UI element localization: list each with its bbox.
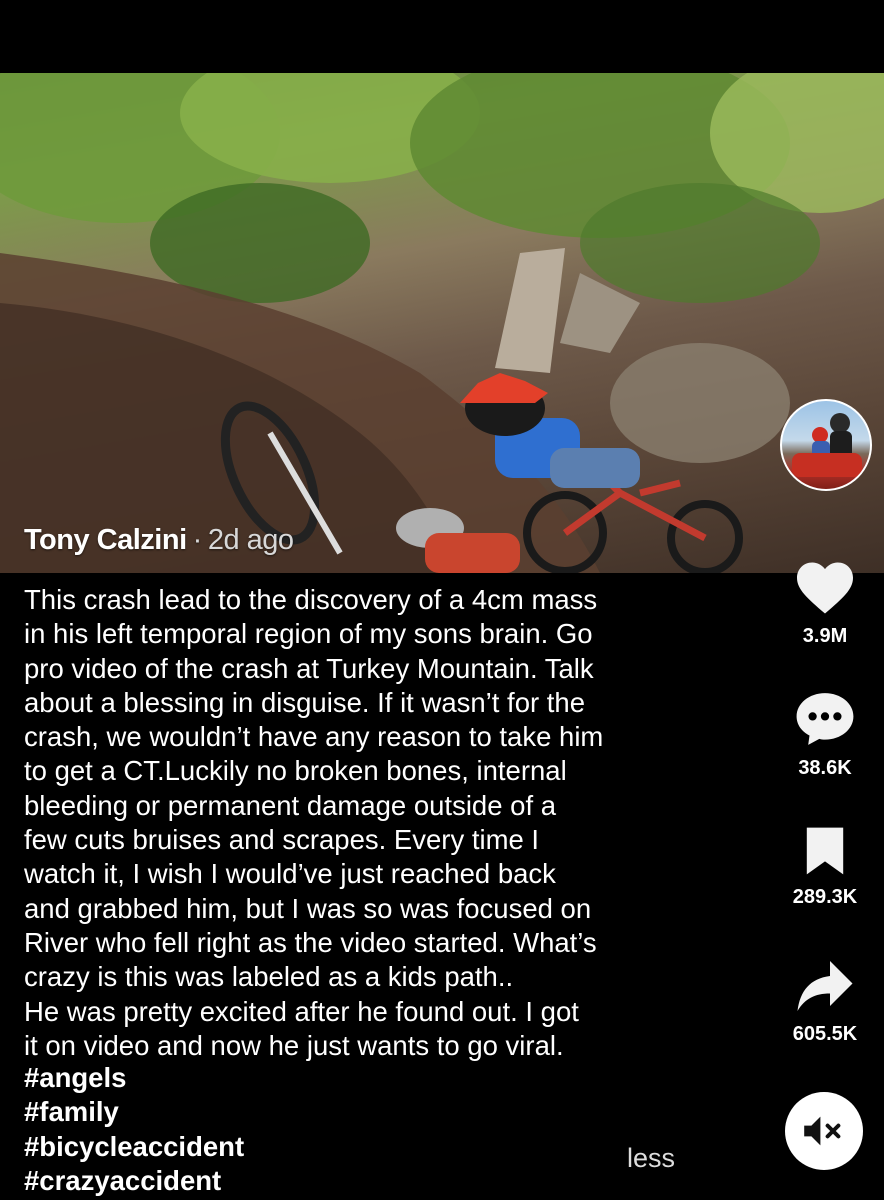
post-caption: This crash lead to the discovery of a 4c… (24, 584, 604, 1061)
like-button[interactable]: 3.9M (770, 560, 880, 648)
hashtag-link[interactable]: #bicycleaccident (24, 1130, 714, 1164)
video-frame (0, 73, 884, 573)
like-count: 3.9M (802, 625, 848, 647)
comment-button[interactable]: 38.6K (770, 690, 880, 780)
author-avatar[interactable] (780, 399, 872, 491)
bookmark-button[interactable]: 289.3K (770, 825, 880, 909)
mute-button[interactable] (785, 1092, 863, 1170)
post-time: 2d ago (207, 524, 294, 556)
comment-count: 38.6K (798, 757, 852, 779)
share-icon (797, 961, 853, 1011)
video-player[interactable] (0, 73, 884, 573)
hashtag-link[interactable]: #crazyaccident (24, 1164, 714, 1198)
hashtag-link[interactable]: #family (24, 1095, 714, 1129)
share-count: 605.5K (792, 1023, 858, 1045)
separator-dot: · (192, 524, 203, 556)
speaker-muted-icon (804, 1116, 841, 1146)
share-button[interactable]: 605.5K (770, 958, 880, 1046)
comment-icon (796, 693, 854, 745)
hashtag-link[interactable]: #angels (24, 1061, 714, 1095)
less-toggle[interactable]: less (627, 1143, 675, 1174)
bookmark-icon (806, 827, 844, 875)
heart-icon (797, 562, 853, 614)
post-author-line: Tony Calzini · 2d ago (24, 524, 294, 557)
bookmark-count: 289.3K (792, 886, 858, 908)
hashtag-list: #angels #family #bicycleaccident #crazya… (24, 1061, 714, 1198)
author-name[interactable]: Tony Calzini (24, 524, 187, 556)
avatar-image (792, 413, 862, 477)
